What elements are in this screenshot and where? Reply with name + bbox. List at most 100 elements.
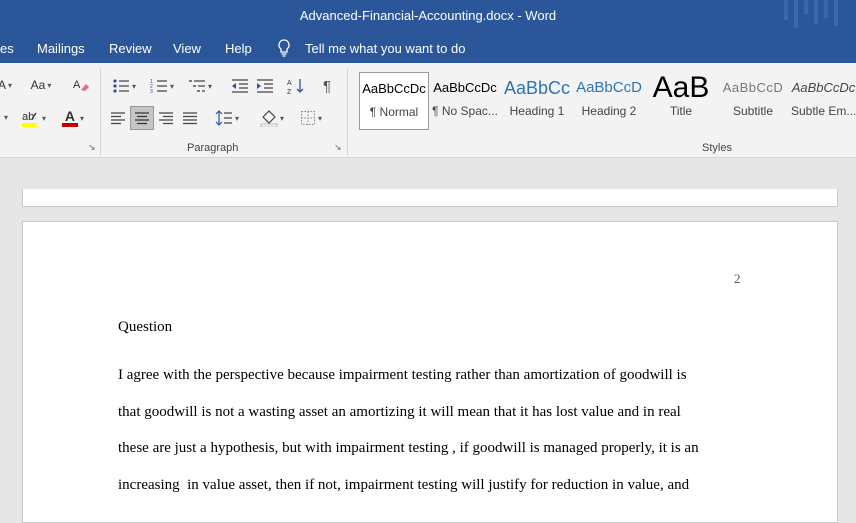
pilcrow-icon: ¶ — [322, 77, 332, 95]
chevron-down-icon: ▾ — [169, 81, 174, 91]
chevron-down-icon: ▾ — [234, 113, 239, 123]
style-name: ¶ No Spac... — [432, 104, 498, 118]
style-preview: AaBbCcD — [722, 80, 784, 95]
multilevel-list-button[interactable]: ▾ — [183, 75, 217, 97]
style-preview: AaBbCcD — [576, 79, 642, 96]
style-preview: AaBbCcDc — [362, 81, 426, 96]
highlighter-icon: ab — [21, 111, 37, 127]
document-text-line: increasing in value asset, then if not, … — [118, 477, 690, 493]
numbering-icon: 123 — [150, 79, 167, 94]
document-text-line: I agree with the perspective because imp… — [118, 367, 687, 383]
change-case-label: Aa — [30, 78, 46, 92]
svg-text:3: 3 — [150, 89, 153, 94]
style-name: Subtitle — [732, 104, 774, 118]
tab-references-partial[interactable]: es — [0, 41, 14, 56]
multilevel-list-icon — [188, 80, 205, 92]
chevron-down-icon: ▾ — [8, 80, 13, 90]
group-separator — [100, 68, 101, 156]
change-case-button[interactable]: Aa ▾ — [26, 75, 56, 95]
chevron-down-icon: ▾ — [79, 113, 84, 123]
increase-indent-icon — [257, 79, 273, 93]
chevron-down-icon: ▾ — [41, 113, 46, 123]
chevron-down-icon: ▾ — [3, 112, 8, 122]
align-right-button[interactable] — [155, 107, 177, 129]
font-dialog-launcher-icon[interactable]: ↘ — [88, 143, 97, 152]
chevron-down-icon: ▾ — [207, 81, 212, 91]
window-title: Advanced-Financial-Accounting.docx - Wor… — [299, 8, 557, 23]
previous-page-bottom — [22, 189, 838, 207]
document-heading: Question — [118, 319, 173, 335]
sort-button[interactable]: AZ — [285, 75, 307, 97]
decrease-indent-icon — [232, 79, 248, 93]
bullets-icon — [113, 79, 129, 93]
tab-view[interactable]: View — [173, 41, 201, 56]
paragraph-group-label: Paragraph — [187, 142, 239, 154]
style-preview: AaBbCc — [503, 78, 571, 98]
paint-bucket-icon — [260, 110, 278, 127]
svg-text:A: A — [287, 80, 292, 87]
style-no-spacing[interactable]: AaBbCcDc ¶ No Spac... — [431, 72, 499, 128]
font-size-shrink-button[interactable]: A ▾ — [0, 75, 13, 95]
paragraph-dialog-launcher-icon[interactable]: ↘ — [334, 143, 343, 152]
chevron-down-icon: ▾ — [47, 80, 52, 90]
align-center-button[interactable] — [130, 106, 154, 130]
style-name: Subtle Em... — [791, 104, 856, 118]
style-subtle-emphasis[interactable]: AaBbCcDc Subtle Em... — [791, 72, 856, 128]
style-heading-2[interactable]: AaBbCcD Heading 2 — [575, 72, 643, 128]
style-title[interactable]: AaB Title — [647, 72, 715, 128]
style-name: Heading 2 — [581, 104, 637, 118]
justify-icon — [183, 112, 197, 125]
styles-group-label: Styles — [702, 142, 732, 154]
style-name: Title — [669, 104, 693, 118]
align-left-icon — [111, 112, 125, 125]
tab-review[interactable]: Review — [109, 41, 152, 56]
eraser-icon: A — [73, 79, 89, 91]
page-number: 2 — [734, 271, 741, 286]
chevron-down-icon: ▾ — [317, 113, 322, 123]
style-preview: AaB — [652, 72, 710, 104]
style-normal[interactable]: AaBbCcDc ¶ Normal — [359, 72, 429, 130]
increase-indent-button[interactable] — [254, 75, 276, 97]
clear-formatting-button[interactable]: A — [70, 75, 92, 95]
numbering-button[interactable]: 123 ▾ — [145, 75, 179, 97]
show-formatting-marks-button[interactable]: ¶ — [316, 75, 338, 97]
font-color-label: A — [64, 108, 76, 124]
font-color-button[interactable]: A ▾ — [56, 107, 90, 129]
bullets-button[interactable]: ▾ — [107, 75, 141, 97]
chevron-down-icon: ▾ — [131, 81, 136, 91]
menu-bar: es Mailings Review View Help Tell me wha… — [0, 33, 856, 63]
title-bar-pattern-icon — [784, 0, 838, 28]
line-spacing-button[interactable]: ▾ — [210, 107, 244, 129]
style-subtitle[interactable]: AaBbCcD Subtitle — [719, 72, 787, 128]
shading-button[interactable]: ▾ — [255, 107, 289, 129]
svg-text:ab: ab — [22, 111, 34, 123]
svg-text:A: A — [73, 79, 81, 91]
lightbulb-icon[interactable] — [277, 39, 291, 60]
document-text-line: that goodwill is not a wasting asset an … — [118, 404, 681, 420]
ribbon: A ▾ Aa ▾ A ▾ ab ▾ A ▾ ↘ ▾ 123 ▾ ▾ AZ ¶ ▾… — [0, 63, 856, 158]
decrease-indent-button[interactable] — [229, 75, 251, 97]
tell-me-search[interactable]: Tell me what you want to do — [305, 41, 465, 56]
document-page[interactable]: 2 Question I agree with the perspective … — [22, 221, 838, 523]
group-separator — [347, 68, 348, 156]
chevron-down-icon: ▾ — [279, 113, 284, 123]
tab-mailings[interactable]: Mailings — [37, 41, 85, 56]
title-bar: Advanced-Financial-Accounting.docx - Wor… — [0, 0, 856, 33]
style-heading-1[interactable]: AaBbCc Heading 1 — [503, 72, 571, 128]
document-text-line: these are just a hypothesis, but with im… — [118, 440, 699, 456]
style-preview: AaBbCcDc — [433, 80, 497, 95]
svg-text:Z: Z — [287, 89, 292, 95]
align-left-button[interactable] — [107, 107, 129, 129]
style-name: Heading 1 — [509, 104, 565, 118]
style-preview: AaBbCcDc — [791, 80, 856, 95]
justify-button[interactable] — [179, 107, 201, 129]
line-spacing-icon — [215, 110, 232, 126]
highlight-color-button[interactable]: ab ▾ — [16, 107, 50, 129]
style-name: ¶ Normal — [369, 105, 419, 119]
borders-button[interactable]: ▾ — [294, 107, 328, 129]
align-right-icon — [159, 112, 173, 125]
tab-help[interactable]: Help — [225, 41, 252, 56]
text-effects-button[interactable]: ▾ — [0, 107, 10, 127]
sort-icon: AZ — [287, 79, 304, 95]
align-center-icon — [135, 112, 149, 125]
